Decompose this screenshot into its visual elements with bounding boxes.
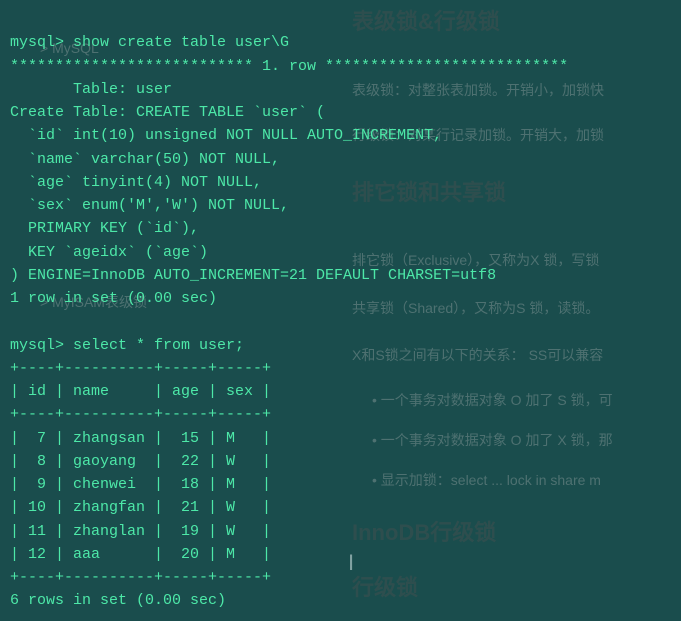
table-border: +----+----------+-----+-----+ [10,569,271,586]
result-summary: 6 rows in set (0.00 sec) [10,592,226,609]
table-row: | 9 | chenwei | 18 | M | [10,476,271,493]
column-def-name: `name` varchar(50) NOT NULL, [10,151,280,168]
table-row: | 11 | zhanglan | 19 | W | [10,523,271,540]
table-header-row: | id | name | age | sex | [10,383,271,400]
table-row: | 12 | aaa | 20 | M | [10,546,271,563]
table-row: | 10 | zhangfan | 21 | W | [10,499,271,516]
primary-key-line: PRIMARY KEY (`id`), [10,220,199,237]
terminal-output: mysql> show create table user\G ********… [0,0,681,621]
create-table-header: Create Table: CREATE TABLE `user` ( [10,104,325,121]
table-row: | 7 | zhangsan | 15 | M | [10,430,271,447]
engine-line: ) ENGINE=InnoDB AUTO_INCREMENT=21 DEFAUL… [10,267,496,284]
key-line: KEY `ageidx` (`age`) [10,244,208,261]
table-border: +----+----------+-----+-----+ [10,360,271,377]
sql-prompt-line: mysql> select * from user; [10,337,244,354]
sql-prompt-line: mysql> show create table user\G [10,34,289,51]
result-summary: 1 row in set (0.00 sec) [10,290,217,307]
column-def-age: `age` tinyint(4) NOT NULL, [10,174,262,191]
table-border: +----+----------+-----+-----+ [10,406,271,423]
column-def-sex: `sex` enum('M','W') NOT NULL, [10,197,289,214]
table-name-line: Table: user [10,81,172,98]
column-def-id: `id` int(10) unsigned NOT NULL AUTO_INCR… [10,127,442,144]
row-separator: *************************** 1. row *****… [10,58,568,75]
table-row: | 8 | gaoyang | 22 | W | [10,453,271,470]
